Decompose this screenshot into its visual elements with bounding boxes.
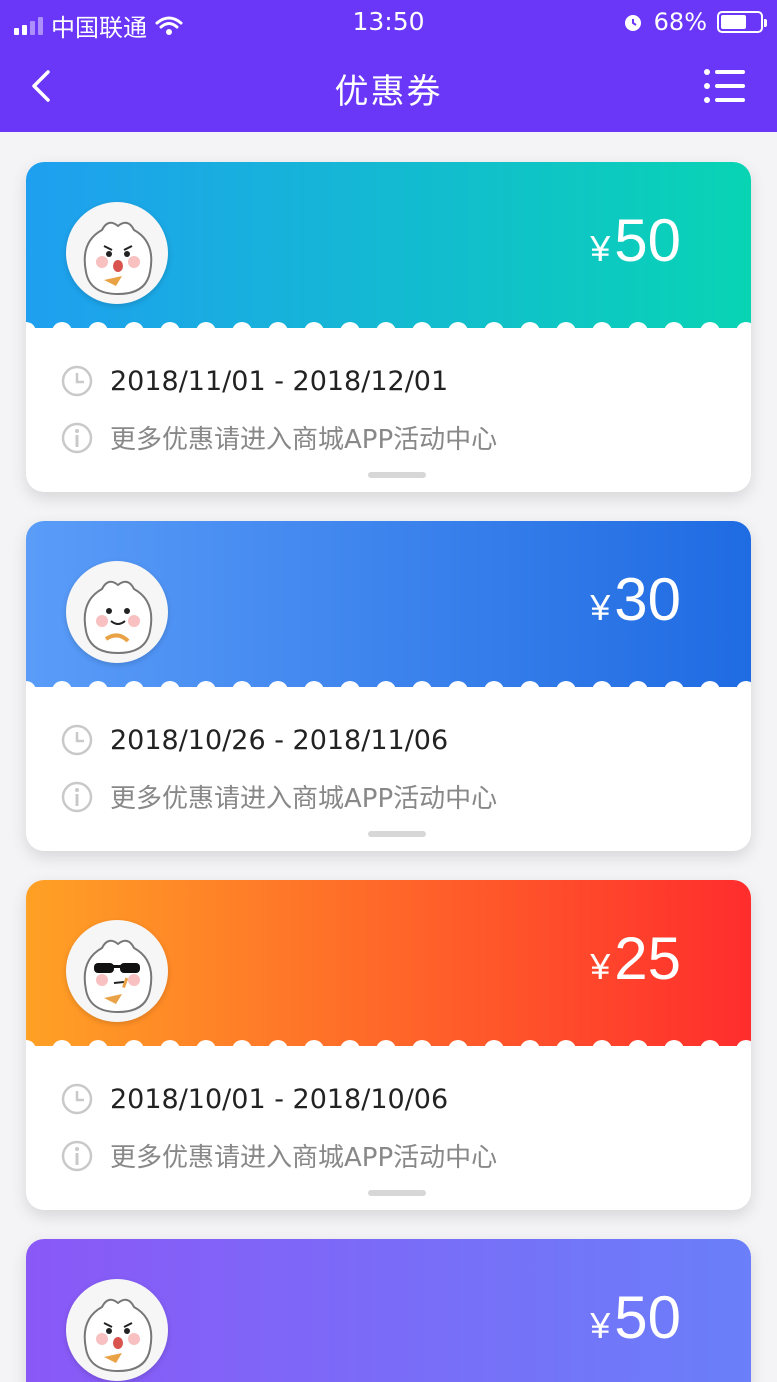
expand-handle[interactable] [368, 1190, 426, 1196]
coupon-amount: ¥25 [590, 925, 681, 992]
coupon-amount: ¥50 [590, 207, 681, 274]
info-row: 更多优惠请进入商城APP活动中心 [60, 778, 497, 815]
clock-icon [61, 1083, 93, 1115]
mascot-avatar-icon [66, 561, 168, 663]
coupon-card[interactable]: ¥25 2018/10/01 - 2018/10/06 更多优惠请进入商城APP活动… [26, 880, 751, 1210]
coupon-note: 更多优惠请进入商城APP活动中心 [110, 425, 498, 455]
info-icon [61, 1140, 93, 1171]
page-title: 优惠券 [334, 72, 443, 112]
coupon-card[interactable]: ¥50 2018/11/01 - 2018/12/01 更多优惠请进入商城APP活动… [26, 162, 751, 492]
validity-row: 2018/10/01 - 2018/10/06 [60, 1082, 448, 1116]
coupon-note: 更多优惠请进入商城APP活动中心 [110, 784, 498, 814]
status-bar: 中国联通 13:50 68% [0, 0, 777, 44]
validity-dates: 2018/10/01 - 2018/10/06 [110, 1083, 449, 1115]
info-row: 更多优惠请进入商城APP活动中心 [60, 419, 497, 456]
coupon-card[interactable]: ¥50 [26, 1239, 751, 1382]
coupon-card[interactable]: ¥30 2018/10/26 - 2018/11/06 更多优惠请进入商城APP活动… [26, 521, 751, 851]
coupon-amount: ¥50 [590, 1284, 681, 1351]
coupon-note: 更多优惠请进入商城APP活动中心 [110, 1143, 498, 1173]
validity-row: 2018/11/01 - 2018/12/01 [60, 364, 448, 398]
clock-icon [61, 365, 93, 397]
nav-bar: 优惠券 [0, 44, 777, 132]
mascot-avatar-icon [66, 202, 168, 304]
top-bar: 中国联通 13:50 68% 优惠券 [0, 0, 777, 132]
info-icon [61, 422, 93, 453]
validity-dates: 2018/10/26 - 2018/11/06 [110, 724, 449, 756]
validity-dates: 2018/11/01 - 2018/12/01 [110, 365, 449, 397]
clock-icon [61, 724, 93, 756]
battery-icon [717, 11, 767, 33]
alarm-icon [624, 15, 641, 31]
expand-handle[interactable] [368, 831, 426, 837]
validity-row: 2018/10/26 - 2018/11/06 [60, 723, 448, 757]
coupon-amount: ¥30 [590, 566, 681, 633]
info-row: 更多优惠请进入商城APP活动中心 [60, 1137, 497, 1174]
mascot-avatar-icon [66, 1279, 168, 1381]
mascot-avatar-icon [66, 920, 168, 1022]
expand-handle[interactable] [368, 472, 426, 478]
battery-percent: 68% [653, 8, 707, 36]
info-icon [61, 781, 93, 812]
menu-list-button[interactable] [703, 66, 745, 106]
